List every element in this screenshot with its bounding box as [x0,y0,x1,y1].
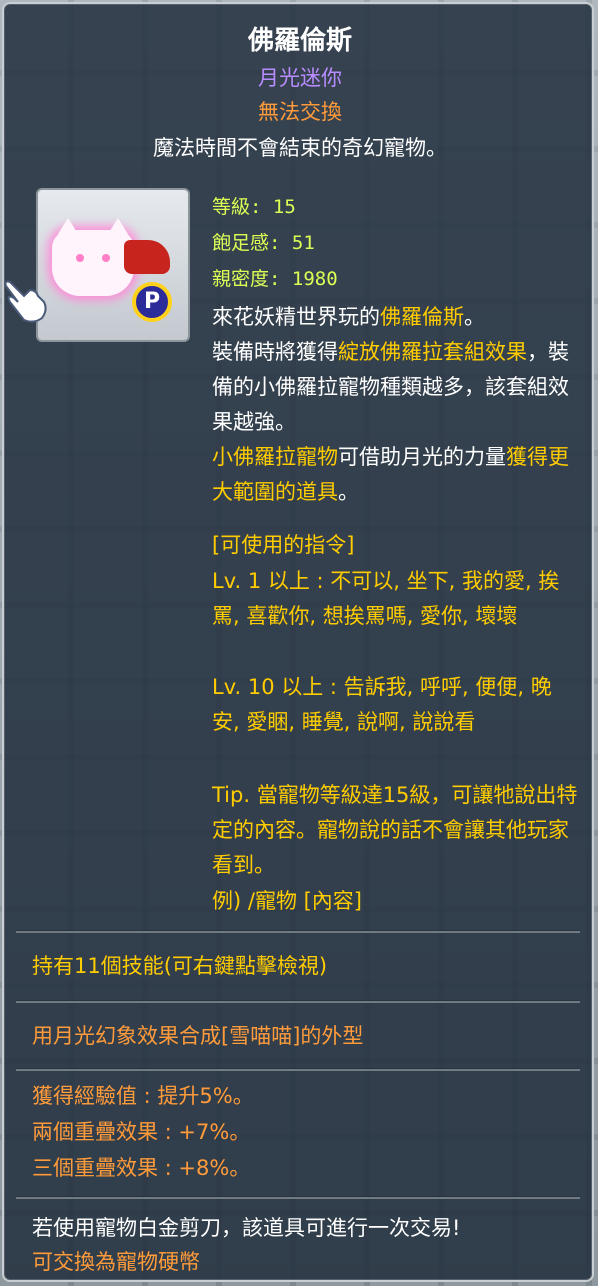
effect-exp: 獲得經驗值 : 提升5%。 [32,1084,254,1108]
item-tagline: 魔法時間不會結束的奇幻寵物。 [153,136,447,160]
commands-lv1: Lv. 1 以上 : 不可以, 坐下, 我的愛, 挨罵, 喜歡你, 想挨罵嗎, … [212,569,560,628]
trade-status: 無法交換 [258,100,342,124]
pet-fullness: 飽足感: 51 [212,232,315,254]
platinum-scissors-note: 若使用寵物白金剪刀，該道具可進行一次交易! [32,1216,461,1240]
premium-badge-icon: P [132,282,172,322]
cat-pet-with-red-cape-icon [52,218,134,296]
item-icon-frame: P [36,188,190,342]
skills-info[interactable]: 持有11個技能(可右鍵點擊檢視) [32,950,327,980]
commands-example: 例) /寵物 [內容] [212,889,363,913]
pet-closeness: 親密度: 1980 [212,268,338,290]
commands-header: [可使用的指令] [212,533,355,557]
commands-lv10: Lv. 10 以上 : 告訴我, 呼呼, 便便, 晚安, 愛睏, 睡覺, 說啊,… [212,675,552,734]
description-line-1: 來花妖精世界玩的佛羅倫斯。 [212,305,485,329]
cape-icon [124,240,170,274]
divider [16,1068,580,1071]
divider [16,1000,580,1003]
hand-cursor-icon [4,280,47,323]
pet-level: 等級: 15 [212,196,296,218]
description: 來花妖精世界玩的佛羅倫斯。 裝備時將獲得綻放佛羅拉套組效果，裝備的小佛羅拉寵物種… [212,300,578,510]
commands-tip: Tip. 當寵物等級達15級，可讓牠說出特定的內容。寵物說的話不會讓其他玩家看到… [212,783,578,877]
effect-stack-2: 兩個重疊效果 : +7%。 [32,1120,251,1144]
description-line-3: 小佛羅拉寵物可借助月光的力量獲得更大範圍的道具。 [212,445,569,504]
description-line-2: 裝備時將獲得綻放佛羅拉套組效果，裝備的小佛羅拉寵物種類越多，該套組效果越強。 [212,340,569,434]
synthesis-info: 用月光幻象效果合成[雪喵喵]的外型 [32,1024,364,1048]
item-name: 佛羅倫斯 [247,26,352,56]
effect-stack-3: 三個重疊效果 : +8%。 [32,1156,251,1180]
divider [16,930,580,933]
item-tooltip: 佛羅倫斯 月光迷你 無法交換 魔法時間不會結束的奇幻寵物。 P 等級: 15 飽… [2,2,594,1282]
divider [16,1196,580,1199]
item-type: 月光迷你 [258,66,342,90]
exchange-note: 可交換為寵物硬幣 [32,1250,200,1274]
